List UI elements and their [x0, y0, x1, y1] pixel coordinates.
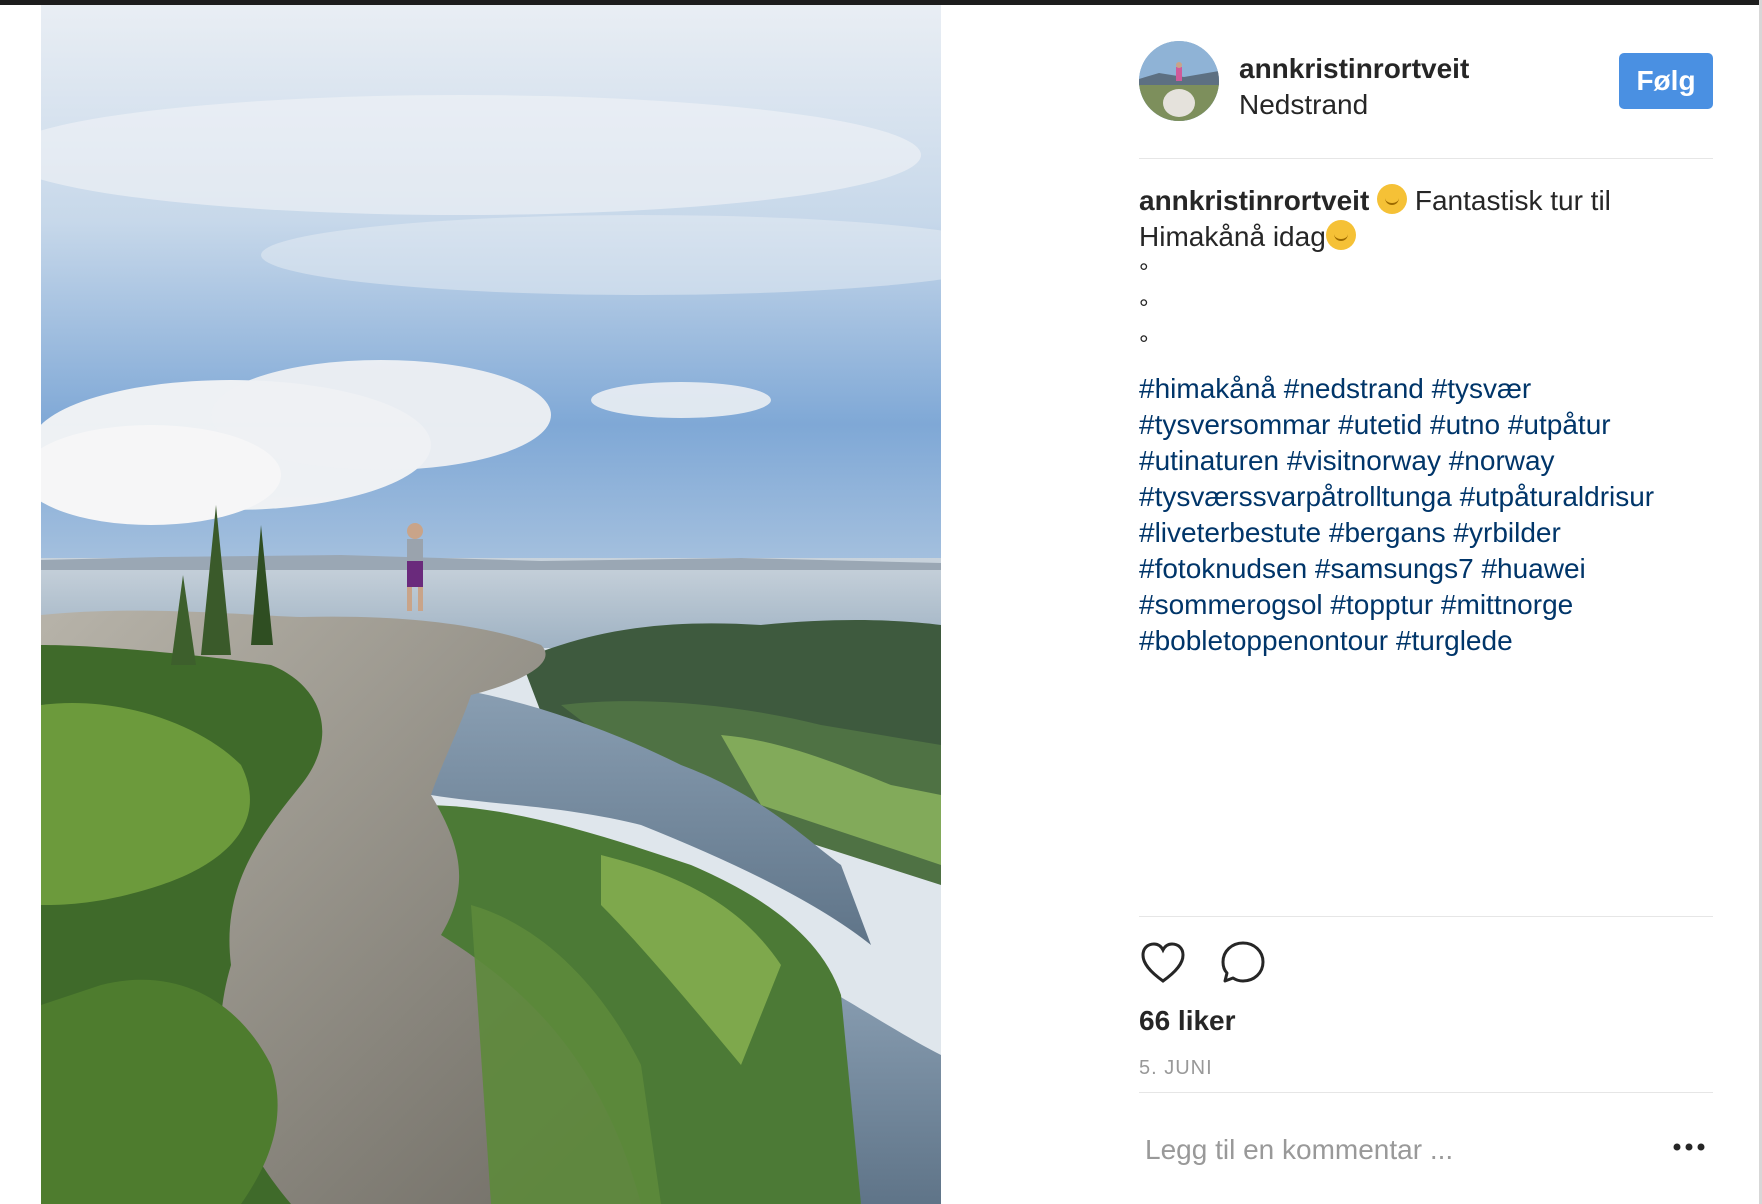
hashtag-line[interactable]: #tysværssvarpåtrolltunga #utpåturaldrisu…: [1139, 479, 1713, 515]
post-username[interactable]: annkristinrortveit: [1239, 53, 1469, 85]
follow-button[interactable]: Følg: [1619, 53, 1713, 109]
hashtag-line[interactable]: #liveterbestute #bergans #yrbilder: [1139, 515, 1713, 551]
post-date: 5. JUNI: [1139, 1057, 1213, 1079]
hashtag-line[interactable]: #tysversommar #utetid #utno #utpåtur: [1139, 407, 1713, 443]
actions-divider: [1139, 916, 1713, 917]
post-location[interactable]: Nedstrand: [1239, 89, 1368, 121]
like-count[interactable]: 66 liker: [1139, 1005, 1236, 1037]
hashtag-line[interactable]: #sommerogsol #topptur #mittnorge: [1139, 587, 1713, 623]
comment-bubble-icon[interactable]: [1219, 939, 1267, 987]
comment-divider: [1139, 1092, 1713, 1093]
post-photo[interactable]: [41, 5, 941, 1204]
hashtag-line[interactable]: #bobletoppenontour #turglede: [1139, 623, 1713, 659]
hashtag-line[interactable]: #fotoknudsen #samsungs7 #huawei: [1139, 551, 1713, 587]
caption-username[interactable]: annkristinrortveit: [1139, 185, 1369, 216]
post-header: annkristinrortveit Nedstrand Følg: [1139, 41, 1713, 123]
more-options-icon[interactable]: [1669, 1137, 1709, 1157]
caption-text-part1: Fantastisk tur til: [1414, 185, 1611, 216]
caption-dot: °: [1139, 331, 1149, 358]
post-sidebar: annkristinrortveit Nedstrand Følg annkri…: [1139, 5, 1713, 1204]
instagram-post-page: annkristinrortveit Nedstrand Følg annkri…: [0, 0, 1762, 1204]
avatar-image: [1139, 41, 1219, 121]
post-caption: annkristinrortveit Fantastisk tur til Hi…: [1139, 183, 1713, 659]
hashtag-line[interactable]: #utinaturen #visitnorway #norway: [1139, 443, 1713, 479]
sun-face-emoji-icon: [1377, 184, 1408, 214]
hashtag-list: #himakånå #nedstrand #tysvær #tysversomm…: [1139, 371, 1713, 659]
caption-dot: °: [1139, 295, 1149, 322]
heart-icon[interactable]: [1139, 939, 1187, 987]
hashtag-line[interactable]: #himakånå #nedstrand #tysvær: [1139, 371, 1713, 407]
header-divider: [1139, 158, 1713, 159]
post-actions: [1139, 939, 1713, 999]
caption-text-part2: Himakånå idag: [1139, 221, 1326, 252]
sun-face-emoji-icon: [1325, 220, 1356, 250]
caption-dot: °: [1139, 259, 1149, 286]
landscape-image: [41, 5, 941, 1204]
comment-input[interactable]: [1143, 1129, 1647, 1171]
avatar[interactable]: [1139, 41, 1219, 121]
